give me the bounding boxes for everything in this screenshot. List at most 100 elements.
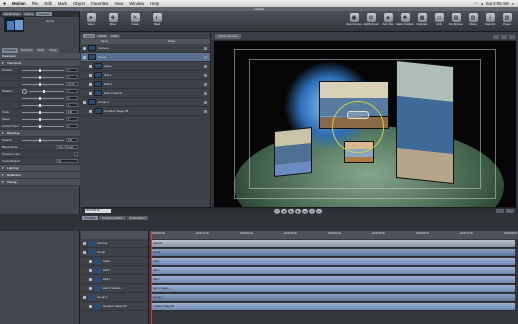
param-slider[interactable] — [22, 96, 64, 100]
tab-inspector[interactable]: Inspector — [36, 12, 52, 16]
mask-button[interactable]: ◐ Mask — [150, 13, 164, 26]
layer-visibility-checkbox[interactable] — [89, 91, 92, 95]
param-value-field[interactable]: 0 — [66, 68, 78, 72]
disclosure-triangle-icon[interactable]: ▾ — [2, 166, 5, 170]
param-value-field[interactable]: 0 — [66, 124, 78, 128]
layer-row[interactable]: Hall of Hearts — [81, 89, 210, 98]
channels-button[interactable] — [501, 34, 507, 39]
layer-visibility-checkbox[interactable] — [89, 82, 92, 86]
zoom-out-button[interactable] — [496, 209, 504, 213]
timeline-tracks[interactable]: 00:00:00:00 00:00:01:00 00:00:02:00 00:00:0… — [150, 231, 518, 324]
menu-view[interactable]: View — [111, 1, 126, 6]
tab-audio-editor[interactable]: Audio Editor — [126, 216, 148, 220]
track-name[interactable]: Gradient Stage 08 — [103, 304, 148, 308]
param-value-field[interactable]: Pass Through — [56, 145, 78, 149]
clock[interactable]: Sat 9:08 AM — [486, 1, 509, 6]
disclosure-triangle-icon[interactable]: ▾ — [2, 173, 5, 177]
track-name[interactable]: Group — [97, 250, 148, 254]
tab-audio[interactable]: Audio — [109, 34, 121, 38]
rotation-ring[interactable] — [332, 101, 384, 153]
add-behavior-button[interactable]: ⚙ Add Behavior — [363, 13, 379, 26]
layer-row[interactable]: Group 1 — [81, 98, 210, 107]
param-slider[interactable] — [22, 103, 64, 107]
param-value-field[interactable]: 0 — [66, 117, 78, 121]
param-value-field[interactable]: 0 — [66, 75, 78, 79]
param-slider[interactable] — [29, 89, 64, 93]
timeline-bar[interactable]: Hall 1 — [151, 267, 515, 274]
lock-icon[interactable] — [204, 82, 207, 86]
track-name[interactable]: Camera — [97, 241, 148, 245]
make-particles-button[interactable]: ✺ Make Particles — [397, 13, 414, 26]
track-enable-checkbox[interactable] — [89, 304, 92, 308]
image-layer-hall-1[interactable] — [274, 127, 312, 177]
layer-name[interactable]: Camera — [98, 46, 202, 50]
view-options-button[interactable] — [493, 34, 499, 39]
timeline-layer-row[interactable]: Hall 2 — [81, 275, 148, 284]
apple-menu-icon[interactable]: ● — [0, 1, 9, 7]
param-value-field[interactable]: 100 — [66, 138, 78, 142]
render-button[interactable] — [509, 34, 515, 39]
timeline-bar[interactable]: Group 1 — [151, 294, 515, 301]
disclosure-triangle-icon[interactable]: ▾ — [2, 131, 5, 135]
timeline-layer-row[interactable]: Group 1 — [81, 293, 148, 302]
tab-keyframe-editor[interactable]: Keyframe Editor — [99, 216, 126, 220]
param-value-field[interactable]: 0 — [66, 96, 78, 100]
timeline-layer-row[interactable]: Hall 1 — [81, 266, 148, 275]
transform-handle[interactable] — [347, 111, 369, 119]
layer-name[interactable]: Apple — [104, 64, 202, 68]
param-value-field[interactable]: 40.09 — [66, 82, 78, 86]
hud-button[interactable]: ▭ HUD — [432, 13, 446, 26]
timeline-bar[interactable]: Hall 2 — [151, 276, 515, 283]
camera-view-menu[interactable]: Active Camera — [215, 34, 241, 39]
lock-icon[interactable] — [204, 91, 207, 95]
timecode-field[interactable]: 00:00:00:00 — [85, 209, 111, 213]
param-slider[interactable] — [22, 138, 64, 142]
menu-object[interactable]: Object — [70, 1, 88, 6]
lock-icon[interactable] — [204, 64, 207, 68]
tab-library[interactable]: Library — [22, 12, 36, 16]
column-name[interactable]: Name — [101, 40, 108, 43]
track-enable-checkbox[interactable] — [89, 286, 92, 290]
layer-name[interactable]: Gradient Stage 08 — [104, 109, 202, 113]
param-slider[interactable] — [22, 117, 64, 121]
menu-help[interactable]: Help — [147, 1, 162, 6]
param-value-field[interactable]: 0 — [66, 103, 78, 107]
layer-row[interactable]: Group — [81, 53, 210, 62]
layer-visibility-checkbox[interactable] — [83, 100, 86, 104]
library-button[interactable]: ▥ Library — [466, 13, 480, 26]
timeline-bar[interactable]: Camera — [151, 240, 515, 247]
tab-timeline[interactable]: Timeline — [82, 216, 99, 220]
timeline-bar[interactable]: Apple — [151, 258, 515, 265]
param-slider[interactable] — [22, 124, 64, 128]
tab-media[interactable]: Media — [96, 34, 109, 38]
playhead[interactable] — [151, 231, 152, 324]
track-name[interactable]: Hall 2 — [103, 277, 148, 281]
layer-visibility-checkbox[interactable] — [83, 46, 86, 50]
lock-icon[interactable] — [204, 73, 207, 77]
time-ruler[interactable]: 00:00:00:00 00:00:01:00 00:00:02:00 00:00:0… — [150, 231, 518, 239]
layer-row[interactable]: Camera — [81, 44, 210, 53]
track-name[interactable]: Group 1 — [97, 295, 148, 299]
timeline-layer-row[interactable]: Gradient Stage 08 — [81, 302, 148, 311]
layer-row[interactable]: Apple — [81, 62, 210, 71]
layer-visibility-checkbox[interactable] — [89, 109, 92, 113]
menu-file[interactable]: File — [29, 1, 42, 6]
timeline-layer-row[interactable]: Camera — [81, 239, 148, 248]
timeline-layer-row[interactable]: Group — [81, 248, 148, 257]
param-slider[interactable] — [22, 110, 64, 114]
timeline-bar[interactable]: Hall of Hearts — [151, 285, 515, 292]
menu-mark[interactable]: Mark — [55, 1, 70, 6]
timeline-layer-row[interactable]: Hall of Hearts — [81, 284, 148, 293]
column-status[interactable]: Status — [168, 40, 175, 43]
timeline-layer-row[interactable]: Apple — [81, 257, 148, 266]
rotation-dial[interactable] — [22, 88, 27, 94]
project-button[interactable]: ▧ Project — [500, 13, 514, 26]
replicate-button[interactable]: ▦ Replicate — [415, 13, 429, 26]
tab-layers[interactable]: Layers — [83, 34, 96, 38]
layer-row[interactable]: Hall 1 — [81, 71, 210, 80]
layer-visibility-checkbox[interactable] — [89, 64, 92, 68]
lock-icon[interactable] — [204, 100, 207, 104]
param-slider[interactable] — [22, 75, 64, 79]
param-value-field[interactable]: No — [56, 159, 78, 163]
timeline-bar[interactable]: Gradient Stage 08 — [151, 303, 515, 310]
